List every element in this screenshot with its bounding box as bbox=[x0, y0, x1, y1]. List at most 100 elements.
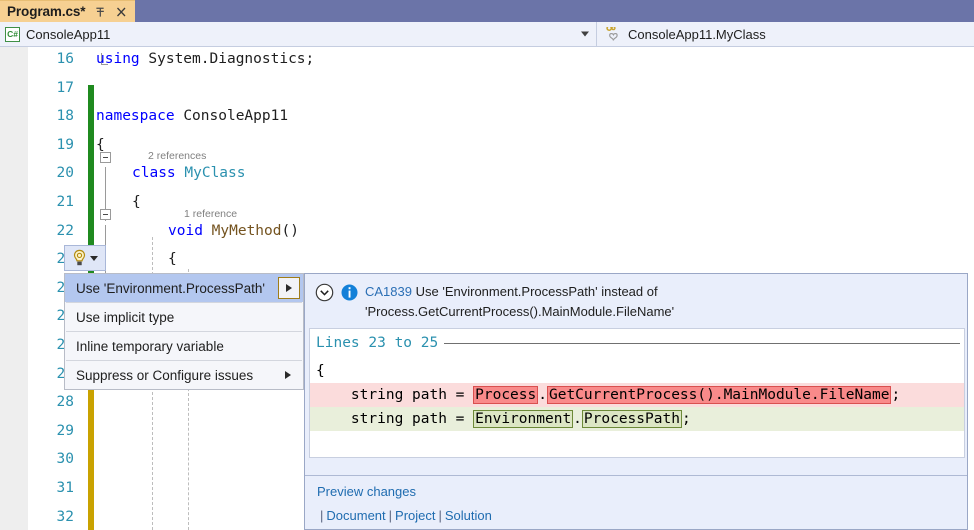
code-token: ConsoleApp11 bbox=[183, 108, 288, 124]
diff-added-prefix: string path = bbox=[310, 411, 473, 427]
code-token: { bbox=[96, 137, 105, 153]
code-line[interactable]: void MyMethod() bbox=[168, 223, 299, 239]
diff-row-context: { bbox=[310, 359, 965, 383]
method-icon bbox=[605, 27, 622, 42]
quick-actions-menu[interactable]: Use 'Environment.ProcessPath' Use implici… bbox=[64, 273, 304, 390]
project-name: ConsoleApp11 bbox=[26, 27, 110, 42]
chevron-right-icon bbox=[285, 371, 291, 379]
member-name: ConsoleApp11.MyClass bbox=[628, 27, 766, 42]
line-number: 24 bbox=[0, 280, 74, 296]
link-separator: | bbox=[317, 508, 326, 523]
diff-added-suffix: ; bbox=[682, 411, 691, 427]
menu-item[interactable]: Inline temporary variable bbox=[65, 332, 303, 360]
link-separator: | bbox=[436, 508, 445, 523]
diff-row-added: string path = Environment.ProcessPath; bbox=[310, 407, 965, 431]
codelens-reference-count[interactable]: 1 reference bbox=[184, 208, 237, 220]
diff-header: Lines 23 to 25 bbox=[316, 335, 960, 351]
menu-item[interactable]: Suppress or Configure issues bbox=[65, 361, 303, 389]
menu-item-label: Use 'Environment.ProcessPath' bbox=[76, 281, 265, 296]
code-token: { bbox=[132, 194, 141, 210]
diff-removed-dot: . bbox=[538, 387, 547, 403]
tab-strip: Program.cs* bbox=[0, 0, 974, 22]
menu-item[interactable]: Use implicit type bbox=[65, 303, 303, 331]
lightbulb-icon bbox=[72, 249, 87, 267]
diff-removed-type: Process bbox=[473, 386, 538, 404]
code-token: MyClass bbox=[184, 165, 245, 181]
menu-item[interactable]: Use 'Environment.ProcessPath' bbox=[65, 274, 303, 302]
pin-icon[interactable] bbox=[94, 5, 107, 19]
diff-removed-prefix: string path = bbox=[310, 387, 473, 403]
preview-header: CA1839 Use 'Environment.ProcessPath' ins… bbox=[305, 274, 967, 328]
diff-added-dot: . bbox=[573, 411, 582, 427]
line-number: 21 bbox=[0, 194, 74, 210]
code-token: using bbox=[96, 51, 148, 67]
code-line[interactable]: { bbox=[96, 137, 105, 153]
csharp-file-icon: C# bbox=[5, 27, 20, 42]
diff-header-label: Lines 23 to 25 bbox=[316, 335, 438, 351]
line-number: 22 bbox=[0, 223, 74, 239]
info-icon bbox=[341, 284, 358, 301]
diff-context-text: { bbox=[310, 363, 325, 379]
diff-added-member: ProcessPath bbox=[582, 410, 682, 428]
apply-scope-link[interactable]: Document bbox=[326, 508, 385, 523]
close-icon[interactable] bbox=[115, 5, 128, 19]
diff-added-type: Environment bbox=[473, 410, 573, 428]
visual-studio-editor-window: Program.cs* C# ConsoleApp11 bbox=[0, 0, 974, 530]
diagnostic-text: Use 'Environment.ProcessPath' instead of… bbox=[365, 284, 674, 319]
code-token: void bbox=[168, 223, 212, 239]
code-line[interactable]: { bbox=[132, 194, 141, 210]
apply-scope-links[interactable]: |Document|Project|Solution bbox=[317, 508, 967, 523]
diff-preview: Lines 23 to 25 { string path = Process.G… bbox=[309, 328, 965, 458]
diff-row-removed: string path = Process.GetCurrentProcess(… bbox=[310, 383, 965, 407]
code-navigation-bar: C# ConsoleApp11 ConsoleApp11.MyClass bbox=[0, 22, 974, 47]
codelens-reference-count[interactable]: 2 references bbox=[148, 150, 206, 162]
menu-item-label: Use implicit type bbox=[76, 310, 174, 325]
line-number: 19 bbox=[0, 137, 74, 153]
chevron-down-icon[interactable] bbox=[581, 32, 589, 37]
project-dropdown[interactable]: C# ConsoleApp11 bbox=[0, 22, 597, 46]
diff-header-rule bbox=[444, 343, 960, 344]
diagnostic-message: CA1839 Use 'Environment.ProcessPath' ins… bbox=[365, 282, 957, 322]
code-token: () bbox=[282, 223, 299, 239]
code-line[interactable]: using System.Diagnostics; bbox=[96, 51, 314, 67]
code-line[interactable]: class MyClass bbox=[132, 165, 246, 181]
submenu-expand-button[interactable] bbox=[278, 277, 300, 299]
quick-actions-lightbulb-button[interactable] bbox=[64, 245, 106, 271]
code-token: class bbox=[132, 165, 184, 181]
line-number: 25 bbox=[0, 308, 74, 324]
line-number: 32 bbox=[0, 509, 74, 525]
code-token: System.Diagnostics; bbox=[148, 51, 314, 67]
chevron-down-circle-icon[interactable] bbox=[315, 283, 334, 302]
diff-removed-suffix: ; bbox=[891, 387, 900, 403]
line-number: 16 bbox=[0, 51, 74, 67]
line-number: 26 bbox=[0, 337, 74, 353]
line-number: 29 bbox=[0, 423, 74, 439]
apply-scope-link[interactable]: Solution bbox=[445, 508, 492, 523]
diagnostic-id: CA1839 bbox=[365, 284, 412, 299]
line-number: 28 bbox=[0, 394, 74, 410]
link-separator: | bbox=[386, 508, 395, 523]
line-number: 18 bbox=[0, 108, 74, 124]
diff-removed-member: GetCurrentProcess().MainModule.FileName bbox=[547, 386, 891, 404]
menu-item-label: Suppress or Configure issues bbox=[76, 368, 253, 383]
code-line[interactable]: namespace ConsoleApp11 bbox=[96, 108, 288, 124]
quick-actions-preview-panel: CA1839 Use 'Environment.ProcessPath' ins… bbox=[304, 273, 968, 530]
apply-scope-link[interactable]: Project bbox=[395, 508, 435, 523]
code-token: namespace bbox=[96, 108, 183, 124]
menu-item-label: Inline temporary variable bbox=[76, 339, 224, 354]
preview-changes-link[interactable]: Preview changes bbox=[317, 484, 416, 499]
line-number: 23 bbox=[0, 251, 74, 267]
chevron-right-icon bbox=[286, 284, 292, 292]
line-number: 17 bbox=[0, 80, 74, 96]
member-dropdown[interactable]: ConsoleApp11.MyClass bbox=[597, 22, 974, 46]
line-number: 27 bbox=[0, 366, 74, 382]
tab-program-cs[interactable]: Program.cs* bbox=[0, 0, 135, 22]
chevron-down-icon[interactable] bbox=[90, 256, 98, 261]
code-token: { bbox=[168, 251, 177, 267]
preview-footer: Preview changes |Document|Project|Soluti… bbox=[305, 475, 967, 529]
code-token: MyMethod bbox=[212, 223, 282, 239]
code-line[interactable]: { bbox=[168, 251, 177, 267]
line-number: 31 bbox=[0, 480, 74, 496]
line-number: 20 bbox=[0, 165, 74, 181]
tab-title: Program.cs* bbox=[7, 4, 85, 19]
